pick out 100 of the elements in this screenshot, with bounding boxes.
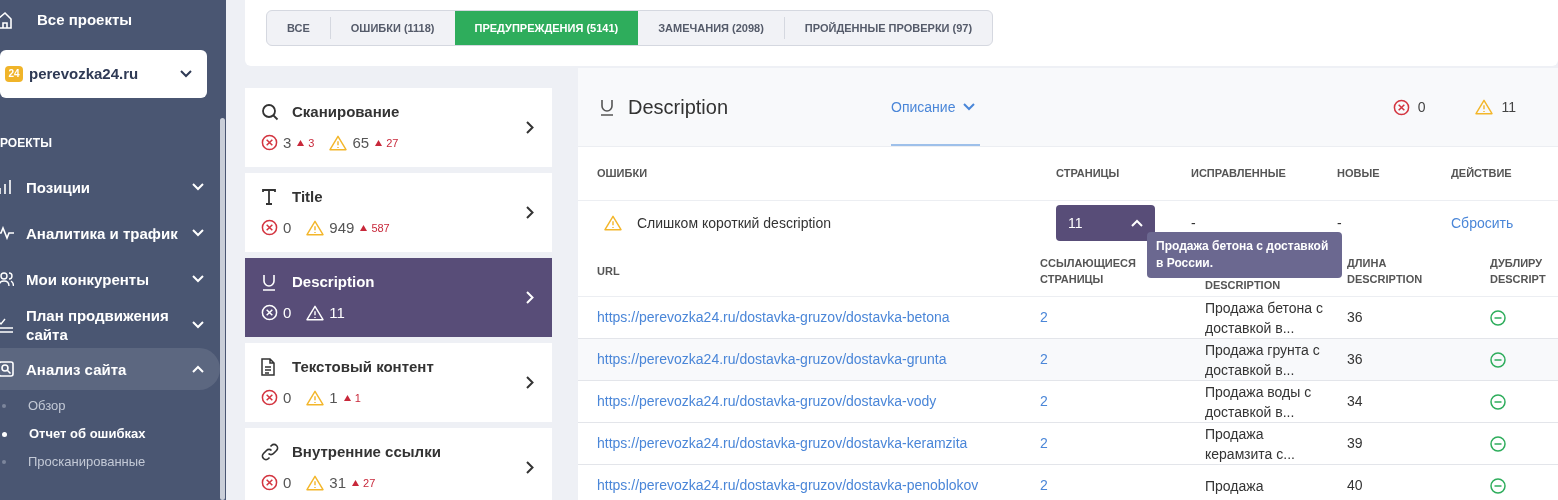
url-link[interactable]: https://perevozka24.ru/dostavka-gruzov/dostavka-keramzita	[597, 433, 1040, 454]
category-card[interactable]: Сканирование 3 3 65 27	[245, 88, 552, 167]
warning-triangle-icon	[1475, 99, 1494, 115]
referring-pages-link[interactable]: 2	[1040, 391, 1205, 412]
error-circle-icon	[261, 219, 278, 237]
error-count: 0	[283, 217, 292, 238]
warning-count: 31	[329, 472, 347, 493]
warning-triangle-icon	[329, 134, 348, 151]
chevron-down-icon	[192, 183, 204, 191]
delta-count: 27	[363, 475, 376, 491]
delta-count: 3	[308, 135, 315, 151]
column-header: ДЕЙСТВИЕ	[1451, 166, 1513, 182]
chevron-right-icon	[526, 206, 534, 219]
document-icon	[261, 358, 275, 377]
url-link[interactable]: https://perevozka24.ru/dostavka-gruzov/dostavka-betona	[597, 307, 1040, 328]
warning-triangle-icon	[306, 474, 325, 491]
column-header: ДУБЛИРУ DESCRIPT	[1490, 255, 1547, 287]
chevron-down-icon	[963, 103, 976, 111]
warning-count: 949	[329, 217, 355, 238]
increase-arrow-icon	[297, 139, 305, 146]
minus-circle-icon	[1490, 435, 1506, 452]
nav-item[interactable]: Аналитика и трафик	[0, 210, 220, 256]
nav-item[interactable]: План продвижения сайта	[0, 302, 220, 348]
pulse-icon	[0, 226, 14, 240]
minus-circle-icon	[1490, 393, 1506, 410]
minus-circle-icon	[1490, 351, 1506, 368]
project-selector[interactable]: 24 perevozka24.ru	[0, 50, 207, 98]
category-title: Title	[292, 187, 323, 207]
reset-link[interactable]: Сбросить	[1451, 212, 1558, 234]
referring-pages-link[interactable]: 2	[1040, 307, 1205, 328]
chevron-up-icon	[192, 365, 204, 373]
chevron-down-icon	[192, 321, 204, 329]
error-circle-icon	[1392, 98, 1410, 116]
url-link[interactable]: https://perevozka24.ru/dostavka-gruzov/dostavka-grunta	[597, 349, 1040, 370]
minus-circle-icon	[1490, 309, 1506, 326]
referring-pages-link[interactable]: 2	[1040, 433, 1205, 454]
category-title: Внутренние ссылки	[292, 442, 441, 462]
category-card[interactable]: Текстовый контент 0 1 1	[245, 343, 552, 422]
error-circle-icon	[261, 389, 278, 407]
column-header: ССЫЛАЮЩИЕСЯ СТРАНИЦЫ	[1040, 255, 1137, 287]
view-tab[interactable]: Описание	[891, 68, 980, 146]
increase-arrow-icon	[360, 224, 368, 231]
nav-item[interactable]: Анализ сайта	[0, 348, 220, 390]
nav-item[interactable]: Позиции	[0, 164, 220, 210]
description-cell-text: Продажа воды с доставкой в...	[1205, 382, 1313, 422]
minus-circle-icon	[1490, 477, 1506, 494]
error-count: 0	[1417, 97, 1426, 117]
link-icon	[261, 443, 279, 462]
filter-tab[interactable]: ПРОЙДЕННЫЕ ПРОВЕРКИ (97)	[784, 11, 993, 45]
panel-title: Description	[628, 95, 730, 120]
warning-triangle-icon	[306, 304, 325, 321]
url-link[interactable]: https://perevozka24.ru/dostavka-gruzov/dostavka-vody	[597, 391, 1040, 412]
submenu-item[interactable]: Просканированные	[0, 448, 220, 476]
pages-dropdown[interactable]: 11	[1056, 205, 1155, 241]
search-icon	[261, 103, 279, 122]
filter-tab[interactable]: ЗАМЕЧАНИЯ (2098)	[638, 11, 784, 45]
filter-tab[interactable]: ОШИБКИ (1118)	[330, 11, 455, 45]
column-header: НОВЫЕ	[1337, 166, 1381, 182]
text-t-icon	[261, 189, 277, 206]
length-cell-text: 36	[1347, 308, 1364, 327]
increase-arrow-icon	[375, 139, 383, 146]
error-count: 0	[283, 472, 292, 493]
category-title: Текстовый контент	[292, 357, 434, 377]
filter-tab[interactable]: ВСЕ	[267, 11, 330, 45]
url-link[interactable]: https://perevozka24.ru/dostavka-gruzov/dostavka-penoblokov	[597, 475, 1040, 496]
warning-count: 65	[352, 132, 370, 153]
error-circle-icon	[261, 134, 278, 152]
underline-icon	[599, 98, 615, 116]
increase-arrow-icon	[343, 394, 351, 401]
length-cell-text: 34	[1347, 392, 1364, 411]
column-header: URL	[597, 263, 621, 279]
chevron-down-icon	[180, 70, 192, 78]
chevron-right-icon	[526, 376, 534, 389]
category-card[interactable]: Внутренние ссылки 0 31 27	[245, 428, 552, 500]
chevron-down-icon	[192, 275, 204, 283]
description-cell-text: Продажа	[1205, 476, 1265, 496]
delta-count: 587	[371, 220, 390, 236]
referring-pages-link[interactable]: 2	[1040, 349, 1205, 370]
description-cell-text: Продажа грунта с доставкой в...	[1205, 340, 1321, 380]
nav-item[interactable]: Мои конкуренты	[0, 256, 220, 302]
chevron-right-icon	[526, 121, 534, 134]
column-header: ОШИБКИ	[597, 166, 649, 182]
category-title: Сканирование	[292, 102, 400, 122]
column-header: СТРАНИЦЫ	[1056, 166, 1121, 182]
length-cell-text: 39	[1347, 434, 1364, 453]
warning-triangle-icon	[306, 389, 325, 406]
submenu-item[interactable]: Обзор	[0, 392, 220, 420]
all-projects-link[interactable]: Все проекты	[37, 8, 133, 32]
delta-count: 1	[354, 390, 361, 406]
column-header: ДЛИНА DESCRIPTION	[1347, 255, 1424, 287]
submenu-item[interactable]: Отчет об ошибках	[0, 420, 220, 448]
error-count: 0	[283, 302, 292, 323]
warning-triangle-icon	[604, 215, 622, 231]
referring-pages-link[interactable]: 2	[1040, 475, 1205, 496]
chevron-right-icon	[526, 461, 534, 474]
warning-count: 11	[1501, 97, 1516, 117]
description-cell-text: Продажа керамзита с...	[1205, 424, 1296, 464]
category-title: Description	[292, 272, 375, 292]
category-card[interactable]: Title 0 949 587	[245, 173, 552, 252]
category-card[interactable]: Description 0 11	[245, 258, 552, 337]
